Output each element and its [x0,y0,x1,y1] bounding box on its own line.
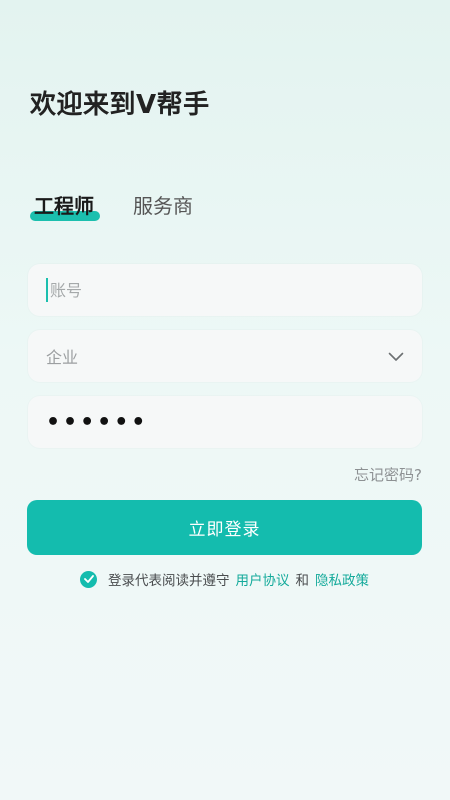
agreement-checkbox[interactable] [80,570,97,588]
tab-service-provider[interactable]: 服务商 [133,190,193,219]
text-cursor [46,278,48,302]
role-tabs: 工程师 服务商 [30,190,330,230]
check-icon [83,575,94,583]
privacy-policy-link[interactable]: 隐私政策 [315,569,369,589]
tab-engineer[interactable]: 工程师 [34,190,94,219]
forgot-password-link[interactable]: 忘记密码? [354,464,422,485]
chevron-down-icon [388,347,404,366]
company-select[interactable]: 企业 [28,330,422,382]
agreement-text: 登录代表阅读并遵守 [108,573,230,589]
welcome-title: 欢迎来到V帮手 [30,90,210,120]
company-select-value: 企业 [46,348,79,367]
agreement-row: 登录代表阅读并遵守 用户协议 和 隐私政策 [80,569,375,589]
user-agreement-link[interactable]: 用户协议 [236,569,290,589]
password-field[interactable]: •••••• [28,396,422,448]
password-input[interactable]: •••••• [46,410,148,435]
agreement-and-text: 和 [295,573,310,589]
account-input[interactable] [50,280,404,300]
login-button[interactable]: 立即登录 [27,500,422,555]
account-field[interactable] [28,264,422,316]
